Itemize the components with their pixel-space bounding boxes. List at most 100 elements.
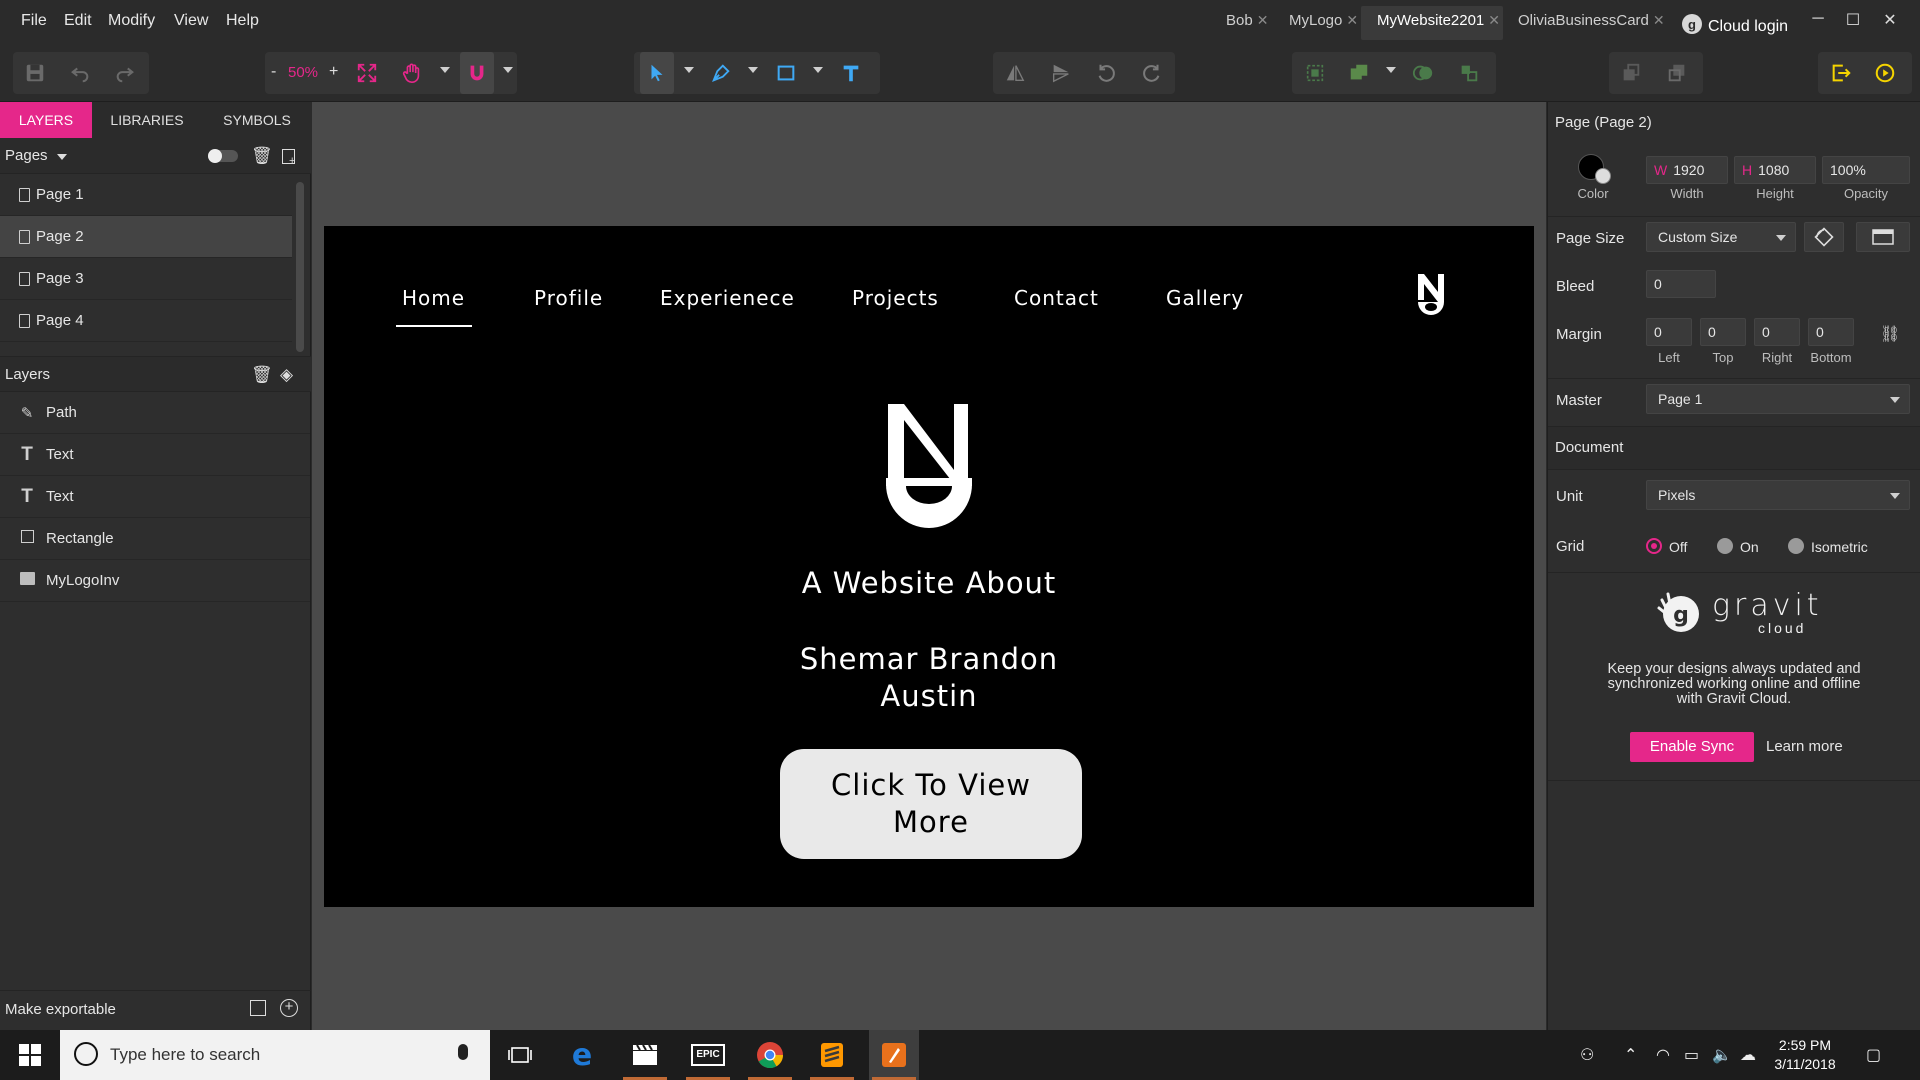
doc-tab-mylogo[interactable]: MyLogo ✕ bbox=[1289, 12, 1358, 29]
doc-tab-bob[interactable]: Bob ✕ bbox=[1226, 12, 1268, 29]
zoom-level[interactable]: 50% bbox=[288, 64, 318, 81]
layer-row-rectangle[interactable]: Rectangle bbox=[0, 518, 310, 560]
preview-play-icon[interactable] bbox=[1868, 52, 1902, 94]
taskbar-clock[interactable]: 2:59 PM 3/11/2018 bbox=[1760, 1036, 1850, 1074]
send-backward-icon[interactable] bbox=[1660, 52, 1694, 94]
close-icon[interactable]: ✕ bbox=[1653, 12, 1665, 29]
windows-start-icon[interactable] bbox=[5, 1030, 55, 1080]
eyedropper-icon[interactable] bbox=[1595, 168, 1611, 184]
unit-select[interactable]: Pixels bbox=[1646, 480, 1910, 510]
notifications-icon[interactable]: ▢ bbox=[1866, 1045, 1881, 1065]
doc-tab-oliviabusinesscard[interactable]: OliviaBusinessCard ✕ bbox=[1518, 12, 1665, 29]
nav-projects[interactable]: Projects bbox=[852, 286, 939, 310]
rectangle-tool-icon[interactable] bbox=[769, 52, 803, 94]
close-icon[interactable]: ✕ bbox=[1346, 12, 1358, 29]
page-size-select[interactable]: Custom Size bbox=[1646, 222, 1796, 252]
margin-right-field[interactable]: 0 bbox=[1754, 318, 1800, 346]
nav-home[interactable]: Home bbox=[402, 286, 465, 310]
group-icon[interactable] bbox=[1298, 52, 1332, 94]
undo-icon[interactable] bbox=[63, 52, 97, 94]
movie-maker-icon[interactable] bbox=[620, 1030, 670, 1080]
tab-libraries[interactable]: LIBRARIES bbox=[102, 102, 192, 138]
text-tool-icon[interactable] bbox=[834, 52, 868, 94]
nav-profile[interactable]: Profile bbox=[534, 286, 603, 310]
microphone-icon[interactable] bbox=[458, 1044, 468, 1060]
chevron-down-icon[interactable] bbox=[684, 67, 694, 73]
layer-row-mylogoinv[interactable]: MyLogoInv bbox=[0, 560, 310, 602]
doc-tab-mywebsite2201[interactable]: MyWebsite2201 ✕ bbox=[1377, 12, 1500, 29]
add-export-icon[interactable]: + bbox=[280, 999, 298, 1017]
pages-label[interactable]: Pages bbox=[5, 147, 48, 164]
network-icon[interactable]: ☁ bbox=[1740, 1045, 1756, 1065]
nav-contact[interactable]: Contact bbox=[1014, 286, 1099, 310]
snap-magnet-icon[interactable] bbox=[460, 52, 494, 94]
chevron-down-icon[interactable] bbox=[57, 154, 67, 160]
cta-button[interactable]: Click To View More bbox=[780, 749, 1082, 859]
chevron-down-icon[interactable] bbox=[503, 67, 513, 73]
edge-browser-icon[interactable]: e bbox=[557, 1030, 607, 1080]
close-icon[interactable]: ✕ bbox=[1488, 12, 1500, 29]
fit-screen-icon[interactable] bbox=[350, 52, 384, 94]
close-icon[interactable]: ✕ bbox=[1257, 12, 1269, 29]
trash-icon[interactable]: 🗑 bbox=[251, 138, 273, 174]
grid-off-radio[interactable] bbox=[1646, 538, 1662, 554]
chevron-down-icon[interactable] bbox=[440, 67, 450, 73]
rotate-left-icon[interactable] bbox=[1089, 52, 1123, 94]
menu-file[interactable]: File bbox=[21, 12, 47, 30]
enable-sync-button[interactable]: Enable Sync bbox=[1630, 732, 1754, 762]
mask-icon[interactable] bbox=[1406, 52, 1440, 94]
orientation-button[interactable] bbox=[1804, 222, 1844, 252]
hand-tool-icon[interactable] bbox=[395, 52, 429, 94]
margin-left-field[interactable]: 0 bbox=[1646, 318, 1692, 346]
link-margins-icon[interactable]: ⛓ bbox=[1880, 324, 1900, 344]
chevron-down-icon[interactable] bbox=[813, 67, 823, 73]
epic-games-icon[interactable]: EPIC bbox=[683, 1030, 733, 1080]
pages-scrollbar[interactable] bbox=[296, 182, 304, 352]
menu-view[interactable]: View bbox=[174, 12, 208, 30]
save-icon[interactable] bbox=[18, 52, 52, 94]
chevron-down-icon[interactable] bbox=[1386, 67, 1396, 73]
pages-toggle[interactable] bbox=[208, 149, 238, 163]
flip-vertical-icon[interactable] bbox=[1044, 52, 1078, 94]
tab-symbols[interactable]: SYMBOLS bbox=[215, 102, 299, 138]
close-window-icon[interactable]: ✕ bbox=[1880, 10, 1900, 30]
pointer-tool-icon[interactable] bbox=[640, 52, 674, 94]
page-row-2[interactable]: Page 2 bbox=[0, 216, 292, 258]
margin-bottom-field[interactable]: 0 bbox=[1808, 318, 1854, 346]
layer-row-text[interactable]: T Text bbox=[0, 434, 310, 476]
wifi-icon[interactable]: ◠ bbox=[1656, 1045, 1670, 1065]
page-row-1[interactable]: Page 1 bbox=[0, 174, 292, 216]
width-field[interactable]: W 1920 bbox=[1646, 156, 1728, 184]
minimize-icon[interactable]: ─ bbox=[1808, 10, 1828, 28]
make-exportable-label[interactable]: Make exportable bbox=[5, 1001, 116, 1018]
chrome-icon[interactable] bbox=[745, 1030, 795, 1080]
layer-row-path[interactable]: ✎ Path bbox=[0, 392, 310, 434]
master-select[interactable]: Page 1 bbox=[1646, 384, 1910, 414]
ungroup-icon[interactable] bbox=[1452, 52, 1486, 94]
battery-icon[interactable]: ▭ bbox=[1684, 1045, 1699, 1065]
opacity-field[interactable]: 100% bbox=[1822, 156, 1910, 184]
nav-gallery[interactable]: Gallery bbox=[1166, 286, 1244, 310]
nav-experience[interactable]: Experienece bbox=[660, 286, 795, 310]
trash-icon[interactable]: 🗑 bbox=[251, 357, 273, 393]
layer-row-text[interactable]: T Text bbox=[0, 476, 310, 518]
grid-on-radio[interactable] bbox=[1717, 538, 1733, 554]
page-row-4[interactable]: Page 4 bbox=[0, 300, 292, 342]
gravit-designer-icon[interactable] bbox=[869, 1030, 919, 1080]
people-icon[interactable]: ⚇ bbox=[1580, 1045, 1594, 1065]
task-view-icon[interactable] bbox=[495, 1030, 545, 1080]
grid-isometric-radio[interactable] bbox=[1788, 538, 1804, 554]
sublime-text-icon[interactable] bbox=[807, 1030, 857, 1080]
export-icon[interactable] bbox=[1824, 52, 1858, 94]
maximize-icon[interactable]: ☐ bbox=[1843, 10, 1863, 30]
bring-forward-icon[interactable] bbox=[1614, 52, 1648, 94]
add-page-icon[interactable]: + bbox=[282, 149, 295, 167]
cloud-login-button[interactable]: Cloud login bbox=[1708, 18, 1788, 36]
height-field[interactable]: H 1080 bbox=[1734, 156, 1816, 184]
export-slice-icon[interactable] bbox=[250, 1000, 266, 1016]
margin-top-field[interactable]: 0 bbox=[1700, 318, 1746, 346]
menu-edit[interactable]: Edit bbox=[64, 12, 92, 30]
taskbar-search-box[interactable]: Type here to search bbox=[60, 1030, 490, 1080]
chevron-up-icon[interactable]: ⌃ bbox=[1624, 1045, 1637, 1065]
page-layout-button[interactable] bbox=[1856, 222, 1910, 252]
